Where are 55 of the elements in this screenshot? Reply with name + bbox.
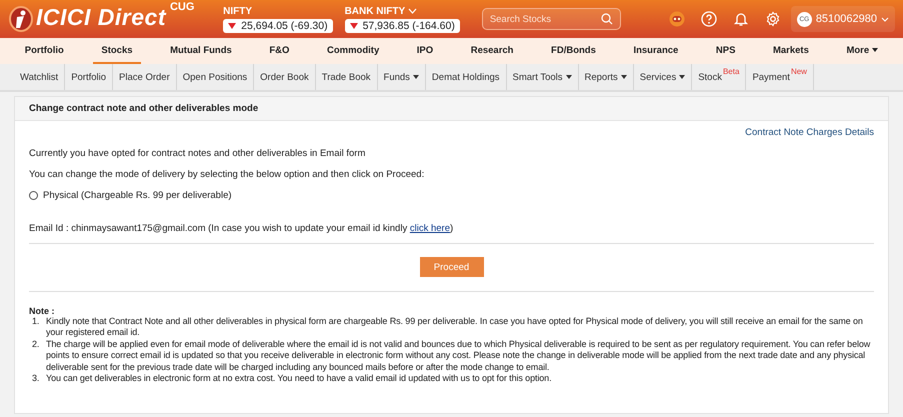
- subnav-item[interactable]: Open Positions: [176, 64, 254, 90]
- nav-tab[interactable]: NPS: [708, 38, 744, 64]
- note-text: The charge will be applied even for email mode of deliverable where the email id is not valid and bounces due to which Physical deliverable is required to be sent as per regulatory requirement. You can refer below points to ensure correct email id is updated so that you receive deliverable in electronic form without any cost. Please note the change in deliverable mode will be applied from the next trade date and any physical deliverable sent for the previous trade date will be charged including any bounced mails before or after the mode change to email.: [46, 338, 872, 374]
- subnav-item[interactable]: Order Book: [254, 64, 316, 90]
- search-field[interactable]: Search Stocks: [482, 8, 621, 30]
- logo-icon: [8, 6, 34, 32]
- search-icon: [600, 13, 613, 25]
- option-label: Physical (Chargeable Rs. 99 per deliverable): [43, 190, 232, 201]
- subnav-item[interactable]: Reports: [578, 64, 634, 90]
- subnav-item[interactable]: Portfolio: [65, 64, 114, 90]
- note-heading: Note :: [29, 306, 56, 316]
- charges-link[interactable]: Contract Note Charges Details: [745, 127, 874, 138]
- nav-tab[interactable]: Research: [462, 38, 522, 64]
- subnav-item[interactable]: Services: [634, 64, 692, 90]
- help-icon: [700, 11, 717, 27]
- note-text: You can get deliverables in electronic form at no extra cost. You need to have a valid email id updated with us to opt for this option.: [46, 373, 552, 384]
- settings-icon: [764, 11, 781, 27]
- nav-tab[interactable]: Portfolio: [16, 38, 72, 64]
- tag-label: New: [790, 67, 807, 76]
- note-number: 2.: [32, 338, 40, 351]
- info-text: Currently you have opted for contract notes and other deliverables in Email form: [29, 148, 366, 159]
- subnav-item[interactable]: Demat Holdings: [426, 64, 507, 90]
- nav-tab[interactable]: More: [838, 38, 886, 64]
- user-id: 8510062980: [816, 13, 877, 25]
- index-value: 25,694.05 (-69.30): [223, 18, 333, 32]
- note-number: 1.: [32, 316, 40, 328]
- subnav-item[interactable]: Place Order: [113, 64, 177, 90]
- nav-tab[interactable]: Insurance: [625, 38, 686, 64]
- subnav-item[interactable]: Smart Tools: [506, 64, 578, 90]
- nav-tab[interactable]: IPO: [408, 38, 442, 64]
- subnav-item[interactable]: Watchlist: [12, 64, 66, 90]
- index-name: NIFTY: [223, 6, 252, 16]
- index-value: 57,936.85 (-164.60): [344, 18, 460, 32]
- subnav-item[interactable]: Payment$^{New}$: [746, 64, 814, 90]
- tag-label: Beta: [722, 67, 740, 76]
- email-text: Email Id : chinmaysawant175@gmail.com (In case you wish to update your email id kindly click here): [29, 223, 874, 244]
- subnav-item[interactable]: Trade Book: [316, 64, 378, 90]
- bell-icon: [732, 11, 749, 27]
- subnav-item[interactable]: Funds: [378, 64, 426, 90]
- logo-text: ICICI Direct: [36, 4, 166, 31]
- nav-tab[interactable]: FD/Bonds: [543, 38, 604, 64]
- nav-tab[interactable]: F&O: [261, 38, 298, 64]
- note-text: Kindly note that Contract Note and all other deliverables in physical form are chargeable Rs. 99 per deliverable. In case you have opted for Physical mode of delivery, you will still receive an email for the same on your registered email id.: [46, 316, 864, 339]
- subnav-item[interactable]: Stock$^{Beta}$: [692, 64, 746, 90]
- nav-tab[interactable]: Markets: [764, 38, 817, 64]
- radio-button[interactable]: [29, 191, 38, 200]
- info-text: You can change the mode of delivery by selecting the below option and then click on Proceed:: [29, 169, 426, 180]
- chevron-icon: [881, 16, 889, 22]
- click-here-link[interactable]: click here: [410, 223, 450, 234]
- nav-tab[interactable]: Mutual Funds: [162, 38, 240, 64]
- note-number: 3.: [32, 373, 40, 384]
- nav-tab[interactable]: Commodity: [318, 38, 388, 64]
- panel-title: Change contract note and other deliverables mode: [15, 97, 888, 121]
- environment-label: CUG: [170, 1, 194, 13]
- robot-icon: [668, 11, 685, 27]
